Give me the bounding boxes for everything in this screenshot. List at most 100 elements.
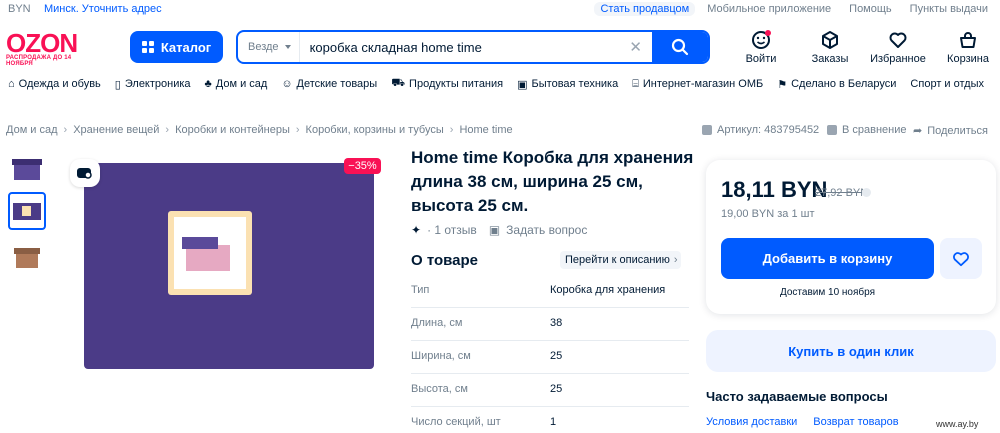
gallery-thumbnail[interactable]	[8, 238, 46, 276]
nav-item-kids[interactable]: ☺ Детские товары	[281, 77, 377, 91]
nav-item-label: Бытовая техника	[531, 78, 619, 90]
nav-item-electronics[interactable]: ▯ Электроника	[115, 77, 191, 91]
flag-icon: ⚑	[777, 78, 788, 91]
ozon-logo[interactable]: OZON РАСПРОДАЖА ДО 14 НОЯБРЯ	[6, 28, 96, 67]
box-icon	[822, 31, 838, 49]
search-scope-dropdown[interactable]: Везде	[238, 32, 300, 62]
nav-item-label: Детские товары	[296, 78, 378, 90]
logo-wordmark: OZON	[6, 28, 78, 58]
spec-row: Число секций, шт 1	[411, 407, 689, 433]
breadcrumb-separator: ›	[63, 124, 68, 136]
breadcrumb-item[interactable]: Дом и сад	[6, 124, 58, 136]
nav-item-label: Сделано в Беларуси	[791, 78, 897, 90]
nav-item-home-garden[interactable]: ♣ Дом и сад	[205, 77, 268, 91]
spec-row: Тип Коробка для хранения	[411, 275, 689, 308]
breadcrumb-item[interactable]: Хранение вещей	[73, 124, 159, 136]
breadcrumb-separator: ›	[165, 124, 170, 136]
cart-button[interactable]: Корзина	[938, 30, 998, 66]
spec-key: Тип	[411, 284, 430, 296]
spec-key: Высота, см	[411, 383, 468, 395]
nav-item-appliances[interactable]: ▣ Бытовая техника	[517, 77, 618, 91]
product-main-image[interactable]	[84, 163, 374, 369]
gallery-thumbnail[interactable]	[8, 152, 46, 190]
breadcrumb-item[interactable]: Коробки и контейнеры	[175, 124, 290, 136]
nav-item-label: Одежда и обувь	[18, 78, 101, 90]
currency-selector[interactable]: BYN	[8, 3, 31, 15]
search-input[interactable]	[299, 32, 620, 62]
baby-icon: ☺	[281, 78, 293, 90]
favorites-button[interactable]: Избранное	[868, 30, 928, 66]
ask-question-link[interactable]: Задать вопрос	[506, 223, 587, 237]
returns-link[interactable]: Возврат товаров	[813, 416, 898, 428]
search-button[interactable]	[652, 32, 708, 62]
breadcrumb-item[interactable]: Home time	[459, 124, 512, 136]
nav-item-omb-store[interactable]: ⌸ Интернет-магазин ОМБ	[632, 77, 763, 91]
phone-icon: ▯	[114, 78, 121, 91]
city-selector[interactable]: Минск. Уточнить адрес	[44, 3, 162, 15]
spec-row: Длина, см 38	[411, 308, 689, 341]
top-links: Стать продавцом Мобильное приложение Пом…	[594, 2, 994, 16]
login-button[interactable]: Войти	[731, 30, 791, 66]
box-thumbnail-image	[12, 159, 42, 180]
mobile-app-link[interactable]: Мобильное приложение	[701, 2, 837, 16]
product-title: Home time Коробка для хранения длина 38 …	[411, 148, 694, 215]
chat-icon	[702, 125, 712, 135]
delivery-terms-link[interactable]: Условия доставки	[706, 416, 797, 428]
nav-item-label: Продукты питания	[409, 78, 504, 90]
search-scope-label: Везде	[248, 41, 279, 53]
store-icon: ⌸	[632, 77, 639, 90]
reviews-count-link[interactable]: · 1 отзыв	[427, 223, 477, 237]
chevron-down-icon	[284, 45, 291, 49]
package-thumbnail-image	[13, 203, 41, 220]
hanger-icon: ⌂	[8, 78, 15, 90]
nav-item-label: Спорт и отдых	[910, 78, 984, 90]
delivery-date: Доставим 10 ноября	[779, 287, 876, 298]
pickup-points-link[interactable]: Пункты выдачи	[904, 2, 994, 16]
compare-button[interactable]: В сравнение	[827, 124, 907, 136]
nav-item-food[interactable]: ⛟ Продукты питания	[391, 77, 503, 91]
become-seller-link[interactable]: Стать продавцом	[594, 2, 696, 16]
old-price: 27,92 BYN	[815, 187, 869, 199]
add-to-favorites-button[interactable]	[940, 238, 982, 279]
camera-search-icon	[77, 168, 92, 179]
gallery-thumbnail-selected[interactable]	[8, 192, 46, 230]
faq-links: Условия доставки Возврат товаров	[706, 416, 899, 428]
help-link[interactable]: Помощь	[843, 2, 898, 16]
clear-search-icon[interactable]: ✕	[619, 38, 652, 56]
image-search-button[interactable]	[70, 159, 100, 187]
category-nav: ⌂ Одежда и обувь ▯ Электроника ♣ Дом и сад …	[8, 77, 984, 91]
nav-item-clothes[interactable]: ⌂ Одежда и обувь	[8, 77, 101, 91]
compare-icon	[827, 125, 837, 135]
spec-value: Коробка для хранения	[550, 284, 666, 296]
faq-heading: Часто задаваемые вопросы	[706, 389, 888, 404]
catalog-button[interactable]: Каталог	[130, 31, 223, 63]
chevron-right-icon: ›	[673, 254, 678, 266]
spec-row: Ширина, см 25	[411, 341, 689, 374]
breadcrumb-item[interactable]: Коробки, корзины и тубусы	[306, 124, 444, 136]
watermark: www.ay.by	[936, 419, 979, 429]
breadcrumb: Дом и сад › Хранение вещей › Коробки и кон…	[6, 124, 513, 136]
current-price: 18,11 BYN	[721, 177, 828, 202]
top-bar: BYN Минск. Уточнить адрес Стать продавцо…	[0, 0, 1000, 20]
article-number[interactable]: Артикул: 483795452	[702, 124, 819, 136]
spec-key: Длина, см	[411, 317, 463, 329]
share-button[interactable]: ➦ Поделиться	[913, 124, 988, 138]
favorites-label: Избранное	[870, 53, 926, 65]
share-icon: ➦	[913, 125, 923, 137]
appliance-icon: ▣	[517, 78, 528, 91]
heart-icon	[953, 251, 969, 266]
notification-dot	[765, 30, 771, 36]
add-to-cart-button[interactable]: Добавить в корзину	[721, 238, 934, 279]
go-to-description-button[interactable]: Перейти к описанию ›	[560, 251, 681, 269]
breadcrumb-separator: ›	[449, 124, 454, 136]
open-box-thumbnail-image	[14, 248, 40, 268]
spec-row: Высота, см 25	[411, 374, 689, 407]
buy-one-click-button[interactable]: Купить в один клик	[706, 330, 996, 372]
spec-value: 25	[550, 383, 563, 395]
nav-item-made-in-belarus[interactable]: ⚑ Сделано в Беларуси	[777, 77, 896, 91]
specs-table: Тип Коробка для хранения Длина, см 38 Шири…	[411, 275, 689, 433]
info-icon[interactable]	[862, 188, 871, 197]
nav-item-sport[interactable]: Спорт и отдых	[910, 77, 984, 91]
orders-button[interactable]: Заказы	[800, 30, 860, 66]
login-label: Войти	[745, 53, 777, 65]
